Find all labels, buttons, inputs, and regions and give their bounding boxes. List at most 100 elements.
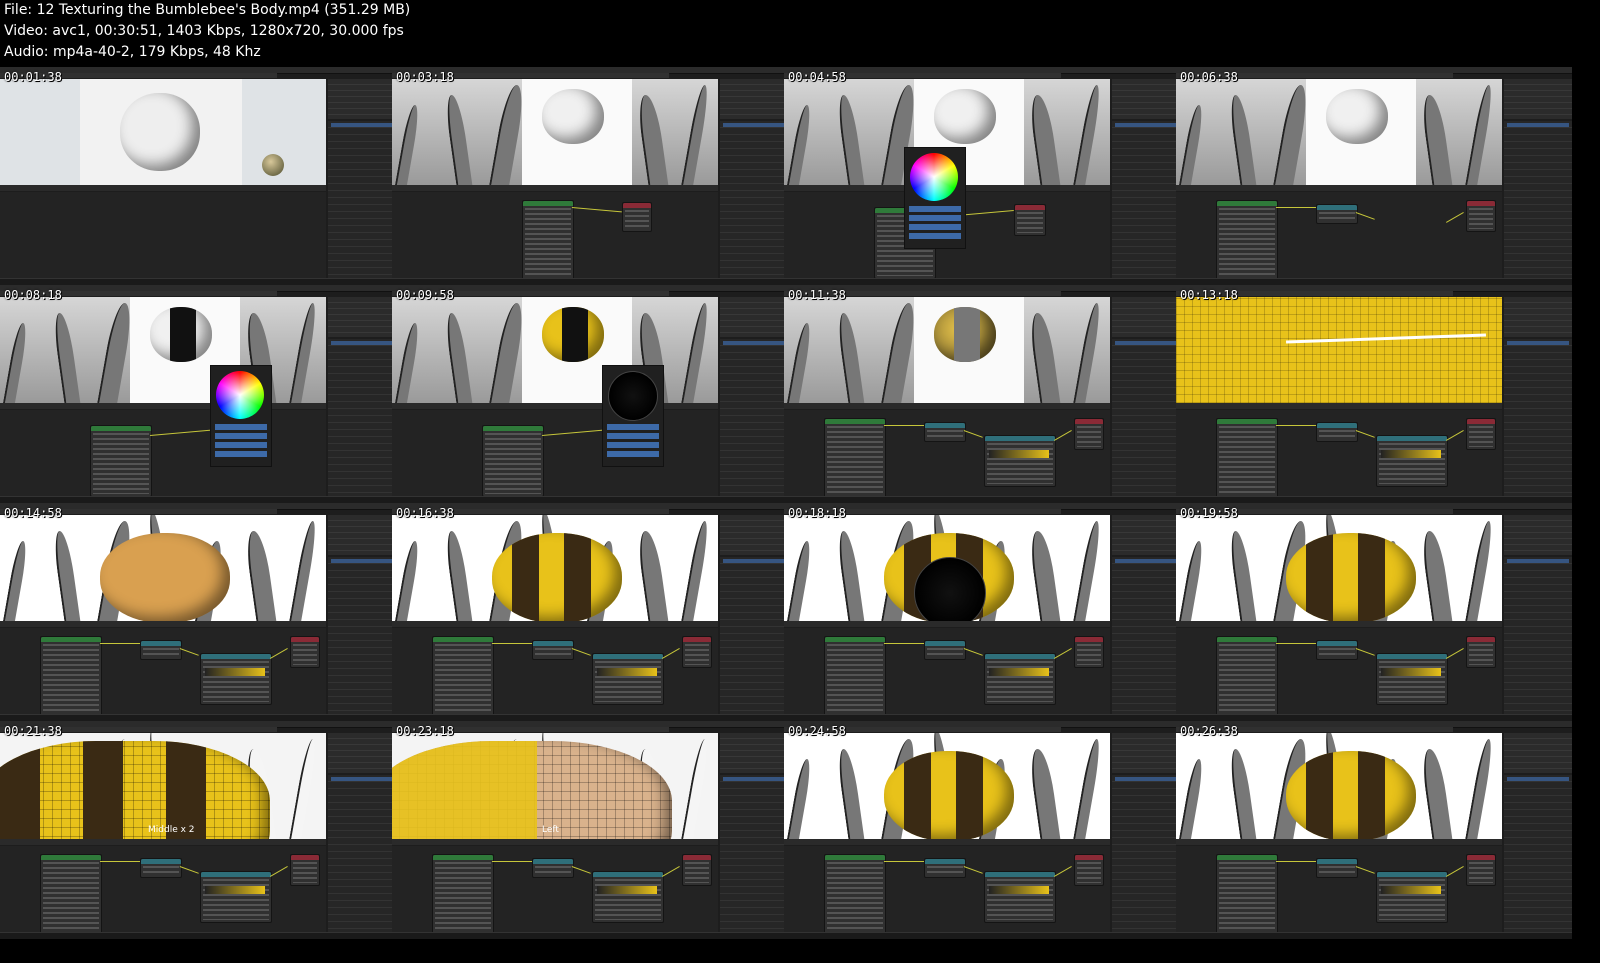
node-link	[884, 643, 924, 644]
separate-node	[924, 640, 966, 660]
node-header	[1075, 855, 1103, 860]
node-link	[1276, 643, 1316, 644]
viewport-toolbar	[1176, 621, 1502, 627]
material-output-node	[1074, 418, 1104, 450]
thumbnail[interactable]: 00:23:18 Left	[392, 721, 788, 939]
node-header	[925, 423, 965, 428]
node-header	[1467, 201, 1495, 206]
principled-bsdf-node	[1216, 854, 1278, 934]
node-link	[1276, 861, 1316, 862]
thumbnail[interactable]: 00:21:38 Middle x 2	[0, 721, 396, 939]
node-rows	[1319, 430, 1355, 439]
properties-panel	[1504, 339, 1572, 497]
bee-stripe	[0, 741, 41, 839]
timestamp-label: 00:13:18	[1180, 288, 1238, 302]
ramp-gradient	[597, 668, 657, 676]
thumbnail[interactable]: 00:16:38	[392, 503, 788, 721]
node-rows	[1219, 208, 1275, 277]
ramp-gradient	[205, 668, 265, 676]
viewport-key-label: Left	[542, 825, 559, 835]
grass-blade	[1227, 95, 1257, 185]
node-header	[985, 654, 1055, 659]
bee-stripe	[904, 751, 932, 839]
ramp-gradient	[1381, 886, 1441, 894]
grass-blade	[1178, 105, 1206, 185]
color-picker-popup	[210, 365, 272, 467]
shader-node-editor	[0, 628, 326, 716]
node-header	[985, 872, 1055, 877]
3d-viewport: Middle x 2	[0, 733, 326, 839]
grass-blade	[681, 521, 711, 621]
color-ramp-node	[200, 871, 272, 923]
node-header	[483, 426, 543, 431]
material-output-node	[622, 202, 652, 232]
color-wheel	[216, 371, 264, 419]
thumbnail[interactable]: 00:06:38	[1176, 67, 1572, 285]
grass-blade	[243, 531, 277, 621]
thumbnail[interactable]: 00:26:38	[1176, 721, 1572, 939]
thumbnail[interactable]: 00:14:58	[0, 503, 396, 721]
thumbnail[interactable]: 00:19:58	[1176, 503, 1572, 721]
outliner-panel	[328, 79, 396, 119]
node-rows	[1469, 862, 1493, 883]
thumbnail[interactable]: 00:09:58	[392, 285, 788, 503]
node-link	[100, 643, 140, 644]
status-bar	[0, 932, 396, 939]
thumbnail[interactable]: 00:18:18	[784, 503, 1180, 721]
timestamp-label: 00:01:38	[4, 70, 62, 84]
timestamp-label: 00:04:58	[788, 70, 846, 84]
node-link	[179, 648, 199, 656]
outliner-panel	[1112, 515, 1180, 555]
node-rows	[1077, 426, 1101, 447]
thumbnail[interactable]: 00:03:18	[392, 67, 788, 285]
thumbnail[interactable]: 00:13:18	[1176, 285, 1572, 503]
grass-blade	[681, 303, 711, 403]
principled-bsdf-node	[432, 636, 494, 716]
grass-blade	[1027, 95, 1061, 185]
outliner-panel	[720, 297, 788, 337]
node-header	[523, 201, 573, 206]
status-bar	[784, 278, 1180, 285]
node-rows	[1017, 212, 1043, 233]
properties-panel	[1504, 557, 1572, 715]
principled-bsdf-node	[432, 854, 494, 934]
thumbnail[interactable]: 00:08:18	[0, 285, 396, 503]
node-rows	[435, 862, 491, 931]
3d-viewport	[1176, 515, 1502, 621]
bee-body	[884, 751, 1014, 839]
viewport-toolbar	[1176, 185, 1502, 191]
timestamp-label: 00:18:18	[788, 506, 846, 520]
tool-stroke	[1286, 333, 1486, 344]
grass-blade	[1419, 95, 1453, 185]
node-header	[985, 436, 1055, 441]
properties-panel	[1504, 121, 1572, 279]
timestamp-label: 00:23:18	[396, 724, 454, 738]
file-name-line: File: 12 Texturing the Bumblebee's Body.…	[4, 2, 411, 18]
outliner-panel	[720, 79, 788, 119]
grass-blade	[1227, 749, 1257, 839]
node-rows	[435, 644, 491, 713]
bee-body	[392, 741, 672, 839]
principled-bsdf-node	[824, 854, 886, 934]
viewport-toolbar	[0, 403, 326, 409]
grass-blade	[1027, 749, 1061, 839]
thumbnail[interactable]: 00:24:58	[784, 721, 1180, 939]
separate-node	[532, 858, 574, 878]
node-rows	[1319, 648, 1355, 657]
properties-panel	[1112, 339, 1180, 497]
principled-bsdf-node	[1216, 418, 1278, 498]
timestamp-label: 00:06:38	[1180, 70, 1238, 84]
bee-body	[542, 307, 604, 362]
grass-blade	[681, 739, 711, 839]
thumbnail[interactable]: 00:04:58	[784, 67, 1180, 285]
grass-blade	[786, 541, 814, 621]
thumbnail[interactable]: 00:01:38	[0, 67, 396, 285]
outliner-panel	[328, 297, 396, 337]
node-rows	[625, 210, 649, 229]
ramp-gradient	[989, 668, 1049, 676]
grass-blade	[1027, 531, 1061, 621]
viewport-toolbar	[0, 621, 326, 627]
status-bar	[784, 714, 1180, 721]
grass-blade	[394, 541, 422, 621]
thumbnail[interactable]: 00:11:38	[784, 285, 1180, 503]
